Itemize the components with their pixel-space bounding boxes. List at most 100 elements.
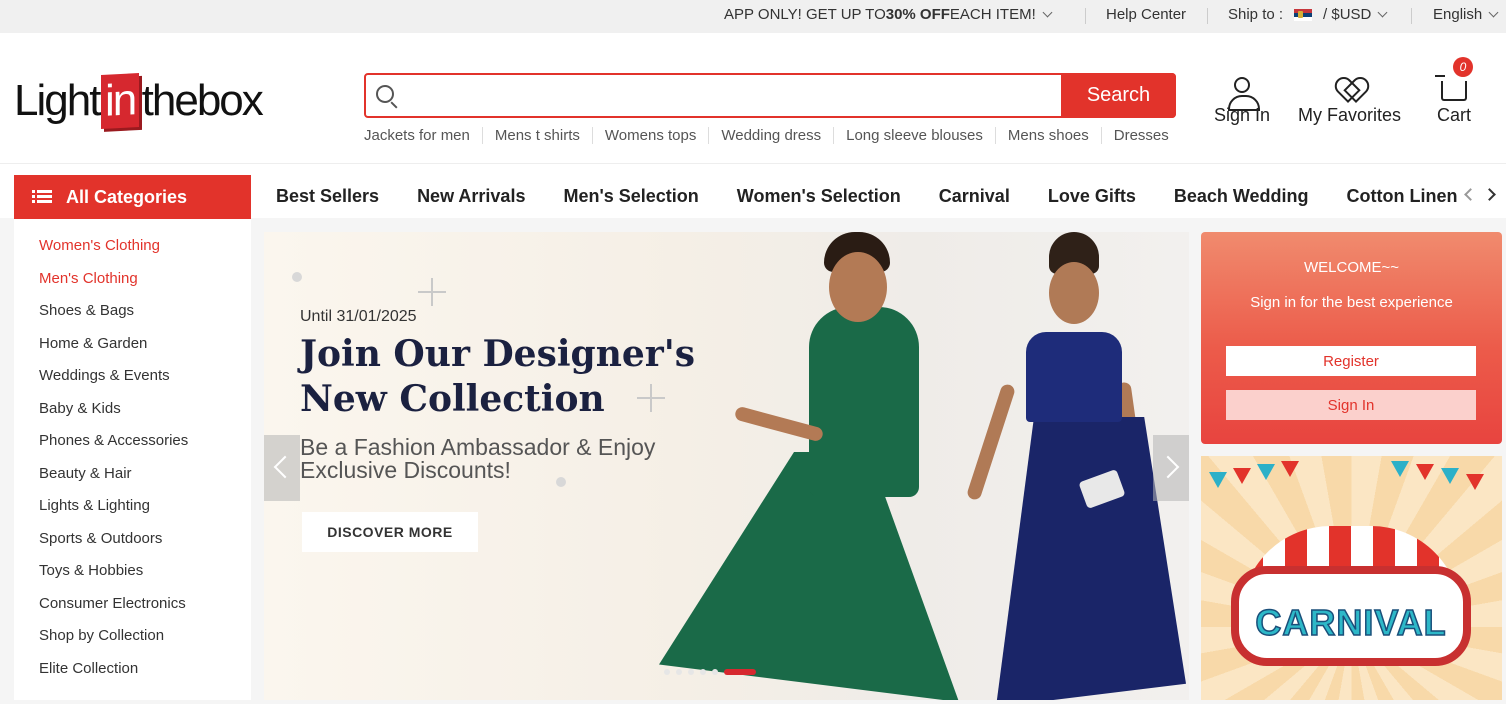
currency-label: / $USD (1323, 6, 1372, 23)
nav-link[interactable]: Cotton Linen (1347, 186, 1458, 207)
ship-to-selector[interactable]: Ship to : / $USD (1228, 6, 1388, 23)
chevron-down-icon (1377, 7, 1388, 18)
sidebar-item-mens-clothing[interactable]: Men's Clothing (14, 270, 251, 303)
logo-left: Light (14, 76, 101, 125)
slide-dot[interactable] (664, 669, 670, 675)
flag-icon (1257, 464, 1275, 480)
nav-next-icon[interactable] (1483, 188, 1496, 201)
sidebar-item-shoes-bags[interactable]: Shoes & Bags (14, 302, 251, 335)
hot-search-link[interactable]: Mens shoes (994, 127, 1101, 144)
sidebar-item-home-garden[interactable]: Home & Garden (14, 335, 251, 368)
help-center-link[interactable]: Help Center (1106, 6, 1186, 23)
flag-icon (1441, 468, 1459, 484)
all-categories-button[interactable]: All Categories (14, 175, 251, 219)
banner-subtitle: Be a Fashion Ambassador & Enjoy Exclusiv… (300, 434, 656, 483)
nav-link[interactable]: New Arrivals (417, 186, 525, 207)
divider (1207, 8, 1208, 24)
sidebar-item-toys-hobbies[interactable]: Toys & Hobbies (14, 562, 251, 595)
model-arm (965, 382, 1017, 502)
divider (1411, 8, 1412, 24)
slide-dot[interactable] (688, 669, 694, 675)
user-icon (1228, 77, 1261, 111)
favorites-label: My Favorites (1298, 105, 1402, 125)
sidebar-item-womens-clothing[interactable]: Women's Clothing (14, 237, 251, 270)
search-button[interactable]: Search (1061, 73, 1176, 118)
search-icon (376, 85, 394, 103)
model-face (1049, 262, 1099, 324)
sidebar-item-weddings-events[interactable]: Weddings & Events (14, 367, 251, 400)
promo-prefix: APP ONLY! GET UP TO (724, 6, 886, 23)
main-nav: All Categories Best Sellers New Arrivals… (0, 163, 1506, 219)
model-face (829, 252, 887, 322)
app-promo[interactable]: APP ONLY! GET UP TO 30% OFF EACH ITEM! (724, 6, 1053, 23)
help-center-label: Help Center (1106, 6, 1187, 23)
sidebar-item-consumer-electronics[interactable]: Consumer Electronics (14, 595, 251, 628)
flag-icon (1466, 474, 1484, 490)
hot-search-link[interactable]: Womens tops (591, 127, 708, 144)
carnival-promo[interactable]: CARNIVAL (1201, 456, 1502, 700)
sign-in-panel-button[interactable]: Sign In (1226, 390, 1476, 420)
flag-icon (1281, 461, 1299, 477)
nav-link[interactable]: Carnival (939, 186, 1010, 207)
nav-prev-icon[interactable] (1464, 188, 1477, 201)
divider (1085, 8, 1086, 24)
decor-dot (292, 272, 302, 282)
slide-next-button[interactable] (1153, 435, 1189, 501)
sidebar-item-baby-kids[interactable]: Baby & Kids (14, 400, 251, 433)
hero-banner[interactable]: Until 31/01/2025 Join Our Designer's New… (264, 232, 1189, 700)
sidebar-item-beauty-hair[interactable]: Beauty & Hair (14, 465, 251, 498)
header: Light in thebox Search Jackets for men Men… (0, 33, 1506, 163)
sidebar-item-elite-collection[interactable]: Elite Collection (14, 660, 251, 693)
search-bar: Search (364, 73, 1176, 118)
all-categories-label: All Categories (66, 186, 188, 207)
hot-searches: Jackets for men Mens t shirts Womens top… (364, 127, 1181, 144)
sign-in-button[interactable]: Sign In (1214, 71, 1270, 126)
hot-search-link[interactable]: Mens t shirts (481, 127, 592, 144)
sidebar-item-phones-accessories[interactable]: Phones & Accessories (14, 432, 251, 465)
nav-link[interactable]: Men's Selection (563, 186, 698, 207)
language-label: English (1433, 6, 1483, 23)
top-bar: APP ONLY! GET UP TO 30% OFF EACH ITEM! H… (0, 0, 1506, 33)
sidebar-item-lights-lighting[interactable]: Lights & Lighting (14, 497, 251, 530)
sidebar-item-shop-by-collection[interactable]: Shop by Collection (14, 627, 251, 660)
hot-search-link[interactable]: Wedding dress (708, 127, 833, 144)
chevron-down-icon (1488, 7, 1499, 18)
slide-dot[interactable] (712, 669, 718, 675)
chevron-down-icon (1042, 7, 1053, 18)
discover-more-button[interactable]: DISCOVER MORE (302, 512, 478, 552)
nav-link[interactable]: Best Sellers (276, 186, 379, 207)
serbia-flag-icon (1294, 8, 1313, 21)
welcome-subtitle: Sign in for the best experience (1250, 294, 1453, 311)
slide-dot[interactable] (700, 669, 706, 675)
hot-search-link[interactable]: Dresses (1100, 127, 1181, 144)
favorites-button[interactable]: My Favorites (1298, 71, 1401, 126)
nav-link[interactable]: Women's Selection (737, 186, 901, 207)
cart-label: Cart (1437, 105, 1472, 125)
logo[interactable]: Light in thebox (14, 71, 264, 131)
carnival-label: CARNIVAL (1255, 601, 1447, 644)
nav-link[interactable]: Love Gifts (1048, 186, 1136, 207)
promo-bold: 30% OFF (885, 6, 950, 23)
menu-icon (32, 190, 52, 204)
model-green-top (809, 307, 919, 497)
register-button[interactable]: Register (1226, 346, 1476, 376)
welcome-panel: WELCOME~~ Sign in for the best experienc… (1201, 232, 1502, 444)
hot-search-link[interactable]: Jackets for men (364, 127, 482, 144)
logo-right: thebox (141, 76, 264, 125)
sidebar-item-sports-outdoors[interactable]: Sports & Outdoors (14, 530, 251, 563)
nav-link[interactable]: Beach Wedding (1174, 186, 1309, 207)
flag-icon (1391, 461, 1409, 477)
cart-button[interactable]: 0 Cart (1435, 57, 1473, 126)
welcome-title: WELCOME~~ (1303, 259, 1400, 276)
logo-box: in (101, 72, 140, 130)
search-input[interactable] (406, 79, 1056, 112)
carnival-sign: CARNIVAL (1231, 566, 1471, 666)
slide-prev-button[interactable] (264, 435, 300, 501)
hot-search-link[interactable]: Long sleeve blouses (833, 127, 995, 144)
slide-dot[interactable] (676, 669, 682, 675)
language-selector[interactable]: English (1433, 6, 1499, 23)
bunting-flags (1201, 460, 1502, 496)
flag-icon (1209, 472, 1227, 488)
slide-dot-active[interactable] (724, 669, 756, 675)
flag-icon (1416, 464, 1434, 480)
